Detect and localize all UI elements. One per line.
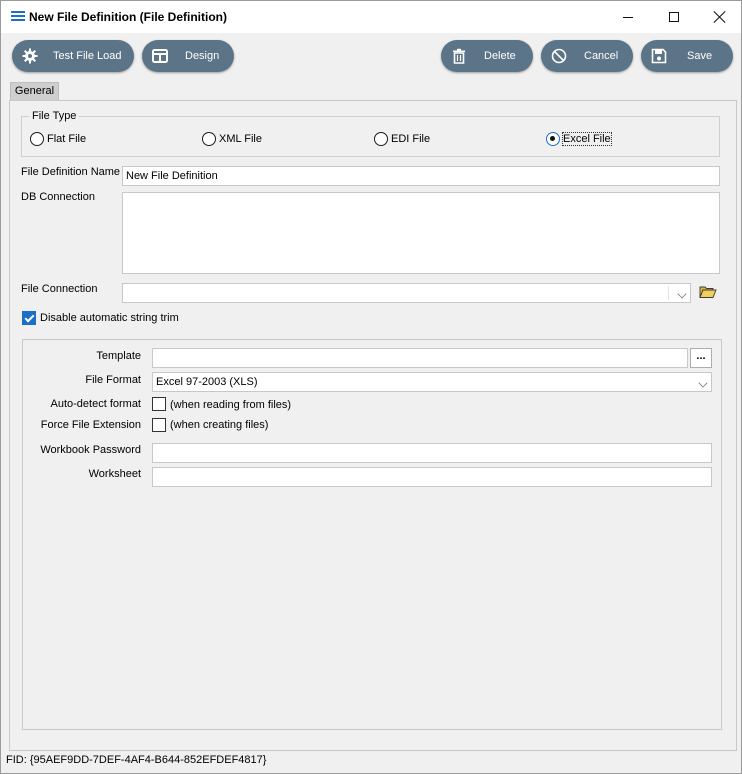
chevron-down-icon[interactable] — [698, 378, 708, 388]
workbook-password-input[interactable] — [152, 443, 712, 463]
chevron-down-icon[interactable] — [677, 289, 687, 299]
title-bar: New File Definition (File Definition) — [1, 1, 741, 33]
maximize-icon — [669, 12, 679, 22]
minimize-icon — [623, 16, 633, 18]
design-label: Design — [185, 50, 220, 62]
radio-flat-file[interactable]: Flat File — [30, 131, 86, 147]
test-file-load-label: Test File Load — [53, 50, 122, 62]
radio-circle — [202, 132, 216, 146]
close-icon — [714, 11, 726, 23]
trash-icon — [453, 48, 465, 64]
close-button[interactable] — [697, 1, 742, 33]
dialog-window: New File Definition (File Definition) Te… — [0, 0, 742, 774]
file-definition-name-label: File Definition Name — [21, 166, 121, 178]
force-extension-label: Force File Extension — [40, 419, 141, 431]
radio-edi-file[interactable]: EDI File — [374, 131, 430, 147]
radio-label: Flat File — [47, 133, 87, 145]
auto-detect-label: Auto-detect format — [50, 398, 142, 410]
file-type-legend: File Type — [29, 110, 80, 122]
save-button[interactable]: Save — [641, 40, 733, 72]
open-folder-icon[interactable] — [699, 285, 717, 299]
fid-status: FID: {95AEF9DD-7DEF-4AF4-B644-852EFDEF48… — [6, 754, 267, 766]
test-file-load-button[interactable]: Test File Load — [12, 40, 134, 72]
file-format-select[interactable]: Excel 97-2003 (XLS) — [152, 372, 712, 392]
gear-icon — [22, 48, 38, 64]
combo-separator — [668, 286, 669, 300]
radio-label: XML File — [219, 133, 262, 145]
file-format-label: File Format — [85, 374, 141, 386]
design-button[interactable]: Design — [142, 40, 234, 72]
file-connection-label: File Connection — [21, 283, 98, 295]
force-extension-note: (when creating files) — [170, 419, 269, 431]
delete-button[interactable]: Delete — [441, 40, 533, 72]
radio-excel-file[interactable]: Excel File — [546, 131, 612, 147]
disable-trim-label: Disable automatic string trim — [40, 312, 179, 324]
file-format-value: Excel 97-2003 (XLS) — [156, 376, 258, 388]
db-connection-textarea[interactable] — [122, 192, 720, 274]
file-connection-combo[interactable] — [122, 283, 691, 303]
table-icon — [152, 49, 168, 63]
cancel-label: Cancel — [584, 50, 619, 62]
menu-lines-icon — [11, 11, 25, 23]
radio-xml-file[interactable]: XML File — [202, 131, 262, 147]
radio-circle — [30, 132, 44, 146]
disable-trim-checkbox[interactable] — [22, 311, 36, 325]
db-connection-label: DB Connection — [21, 191, 95, 203]
template-browse-button[interactable]: ... — [690, 348, 712, 368]
worksheet-label: Worksheet — [88, 468, 141, 480]
minimize-button[interactable] — [605, 1, 651, 33]
auto-detect-note: (when reading from files) — [170, 399, 292, 411]
file-definition-name-input[interactable]: New File Definition — [122, 166, 720, 186]
worksheet-input[interactable] — [152, 467, 712, 487]
delete-label: Delete — [484, 50, 516, 62]
force-extension-checkbox[interactable] — [152, 418, 166, 432]
floppy-disk-icon — [651, 48, 667, 64]
window-title: New File Definition (File Definition) — [29, 10, 227, 24]
radio-circle-selected — [546, 132, 560, 146]
file-type-group — [21, 116, 720, 157]
maximize-button[interactable] — [651, 1, 697, 33]
radio-circle — [374, 132, 388, 146]
cancel-button[interactable]: Cancel — [541, 40, 633, 72]
tab-general[interactable]: General — [10, 82, 59, 100]
save-label: Save — [687, 50, 713, 62]
workbook-password-label: Workbook Password — [40, 444, 141, 456]
template-input[interactable] — [152, 348, 688, 368]
cancel-circle-icon — [551, 48, 567, 64]
radio-label: EDI File — [391, 133, 431, 145]
auto-detect-checkbox[interactable] — [152, 397, 166, 411]
template-label: Template — [96, 350, 141, 362]
radio-label: Excel File — [562, 132, 612, 146]
